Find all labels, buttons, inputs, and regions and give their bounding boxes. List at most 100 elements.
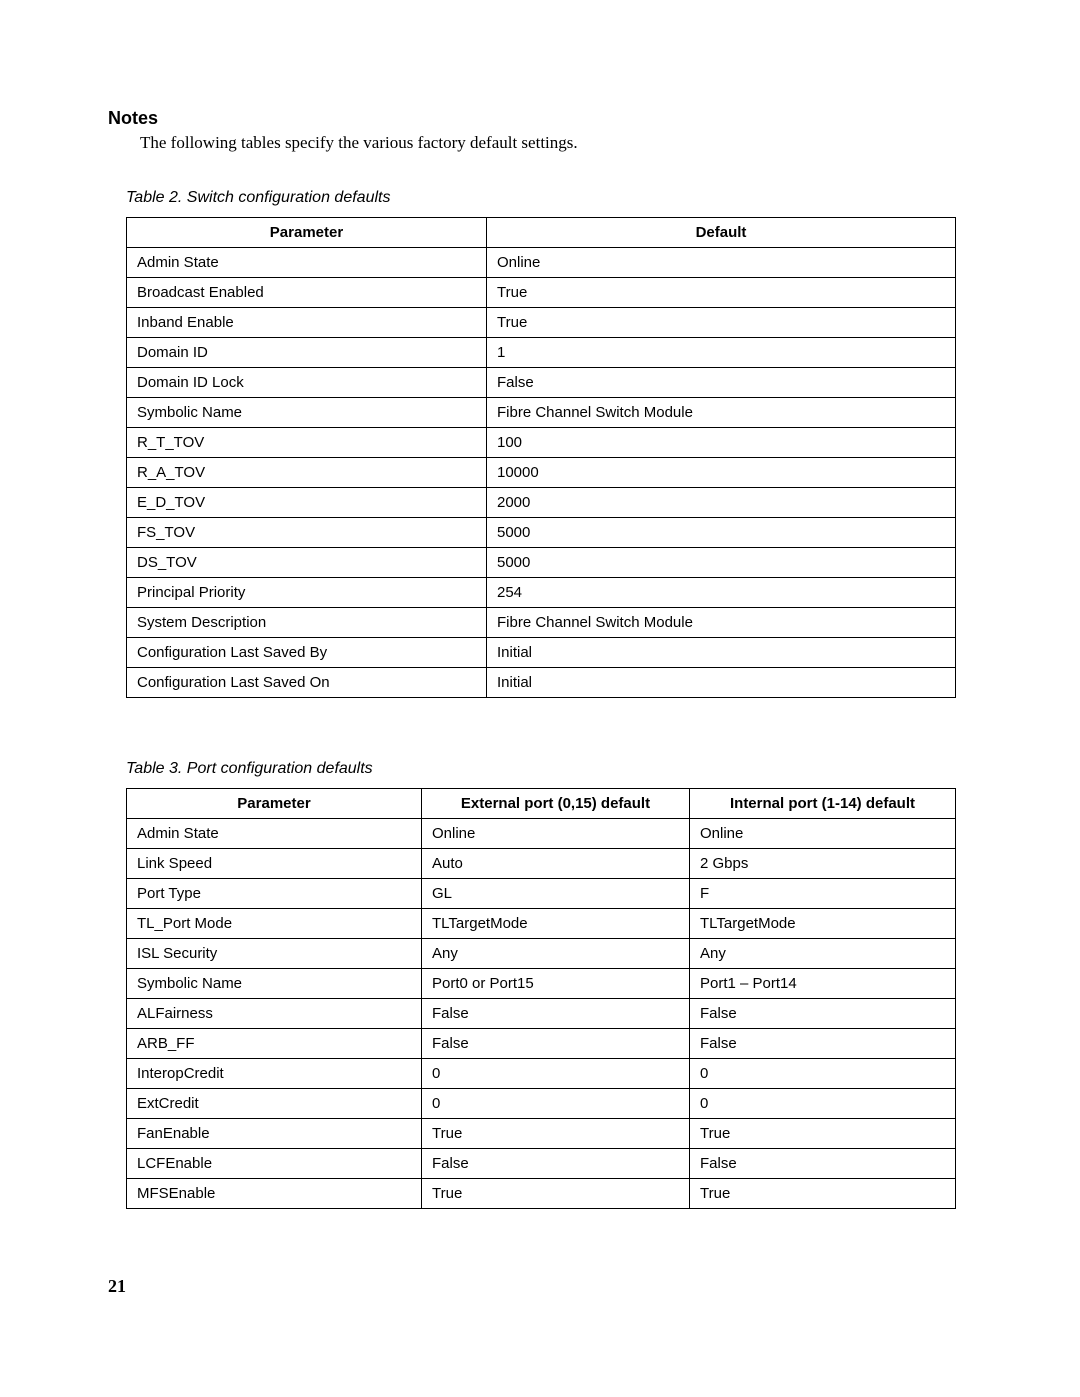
table-cell: 0 xyxy=(422,1089,690,1119)
table-cell: 5000 xyxy=(487,548,956,578)
table-cell: TLTargetMode xyxy=(422,909,690,939)
table-cell: True xyxy=(487,278,956,308)
table-cell: 2 Gbps xyxy=(690,849,956,879)
table-cell: 100 xyxy=(487,428,956,458)
table-cell: TLTargetMode xyxy=(690,909,956,939)
table-cell: ALFairness xyxy=(127,999,422,1029)
table-2: Parameter Default Admin StateOnlineBroad… xyxy=(126,217,956,698)
table-cell: MFSEnable xyxy=(127,1179,422,1209)
table-cell: 5000 xyxy=(487,518,956,548)
table-cell: 2000 xyxy=(487,488,956,518)
table-cell: Inband Enable xyxy=(127,308,487,338)
table-cell: Domain ID xyxy=(127,338,487,368)
table-cell: False xyxy=(690,1149,956,1179)
table-row: Admin StateOnlineOnline xyxy=(127,819,956,849)
table-cell: Port Type xyxy=(127,879,422,909)
table-cell: E_D_TOV xyxy=(127,488,487,518)
table-cell: Admin State xyxy=(127,819,422,849)
table-row: Admin StateOnline xyxy=(127,248,956,278)
table-cell: Initial xyxy=(487,668,956,698)
table-row: R_T_TOV100 xyxy=(127,428,956,458)
table-cell: 0 xyxy=(422,1059,690,1089)
table-header-row: Parameter External port (0,15) default I… xyxy=(127,789,956,819)
table-cell: False xyxy=(422,999,690,1029)
table-row: Broadcast EnabledTrue xyxy=(127,278,956,308)
table-row: FanEnableTrueTrue xyxy=(127,1119,956,1149)
table-cell: False xyxy=(422,1029,690,1059)
table-cell: ARB_FF xyxy=(127,1029,422,1059)
table-cell: Admin State xyxy=(127,248,487,278)
table-row: LCFEnableFalseFalse xyxy=(127,1149,956,1179)
table-header-cell: Parameter xyxy=(127,789,422,819)
table-row: Symbolic NamePort0 or Port15Port1 – Port… xyxy=(127,969,956,999)
table-row: ALFairnessFalseFalse xyxy=(127,999,956,1029)
table-cell: ISL Security xyxy=(127,939,422,969)
table-row: R_A_TOV10000 xyxy=(127,458,956,488)
table-cell: LCFEnable xyxy=(127,1149,422,1179)
table-row: Domain ID LockFalse xyxy=(127,368,956,398)
table-cell: Auto xyxy=(422,849,690,879)
table-header-cell: Parameter xyxy=(127,218,487,248)
table-header-row: Parameter Default xyxy=(127,218,956,248)
table-cell: Domain ID Lock xyxy=(127,368,487,398)
table-cell: Any xyxy=(422,939,690,969)
table-cell: False xyxy=(690,1029,956,1059)
table-2-body: Admin StateOnlineBroadcast EnabledTrueIn… xyxy=(127,248,956,698)
table-cell: Configuration Last Saved By xyxy=(127,638,487,668)
table-cell: Fibre Channel Switch Module xyxy=(487,398,956,428)
table-row: ISL SecurityAnyAny xyxy=(127,939,956,969)
table-cell: False xyxy=(487,368,956,398)
page: Notes The following tables specify the v… xyxy=(0,0,1080,1397)
table-row: Configuration Last Saved ByInitial xyxy=(127,638,956,668)
table-row: Port TypeGLF xyxy=(127,879,956,909)
table-cell: Online xyxy=(690,819,956,849)
table-row: Principal Priority254 xyxy=(127,578,956,608)
table-cell: Any xyxy=(690,939,956,969)
table-cell: Online xyxy=(487,248,956,278)
table-cell: True xyxy=(487,308,956,338)
table-2-caption: Table 2. Switch configuration defaults xyxy=(126,189,972,207)
table-header-cell: External port (0,15) default xyxy=(422,789,690,819)
table-row: FS_TOV5000 xyxy=(127,518,956,548)
table-3-body: Admin StateOnlineOnlineLink SpeedAuto2 G… xyxy=(127,819,956,1209)
table-cell: False xyxy=(690,999,956,1029)
table-cell: GL xyxy=(422,879,690,909)
table-cell: Initial xyxy=(487,638,956,668)
table-cell: Online xyxy=(422,819,690,849)
table-cell: 1 xyxy=(487,338,956,368)
table-cell: Broadcast Enabled xyxy=(127,278,487,308)
section-heading: Notes xyxy=(108,108,972,129)
table-cell: 10000 xyxy=(487,458,956,488)
table-row: MFSEnableTrueTrue xyxy=(127,1179,956,1209)
table-cell: R_T_TOV xyxy=(127,428,487,458)
table-row: ExtCredit00 xyxy=(127,1089,956,1119)
table-cell: DS_TOV xyxy=(127,548,487,578)
table-header-cell: Internal port (1-14) default xyxy=(690,789,956,819)
table-cell: True xyxy=(422,1119,690,1149)
table-cell: FS_TOV xyxy=(127,518,487,548)
table-row: E_D_TOV2000 xyxy=(127,488,956,518)
page-number: 21 xyxy=(108,1276,126,1297)
table-header-cell: Default xyxy=(487,218,956,248)
table-row: Inband EnableTrue xyxy=(127,308,956,338)
table-cell: System Description xyxy=(127,608,487,638)
table-row: ARB_FFFalseFalse xyxy=(127,1029,956,1059)
table-row: InteropCredit00 xyxy=(127,1059,956,1089)
table-cell: Fibre Channel Switch Module xyxy=(487,608,956,638)
table-row: Link SpeedAuto2 Gbps xyxy=(127,849,956,879)
table-cell: Symbolic Name xyxy=(127,969,422,999)
table-3-caption: Table 3. Port configuration defaults xyxy=(126,760,972,778)
table-row: Symbolic NameFibre Channel Switch Module xyxy=(127,398,956,428)
table-cell: InteropCredit xyxy=(127,1059,422,1089)
table-row: DS_TOV5000 xyxy=(127,548,956,578)
table-cell: Port1 – Port14 xyxy=(690,969,956,999)
table-cell: F xyxy=(690,879,956,909)
table-row: Domain ID1 xyxy=(127,338,956,368)
table-3: Parameter External port (0,15) default I… xyxy=(126,788,956,1209)
table-cell: True xyxy=(690,1119,956,1149)
table-cell: R_A_TOV xyxy=(127,458,487,488)
table-cell: 0 xyxy=(690,1059,956,1089)
table-cell: True xyxy=(422,1179,690,1209)
table-row: TL_Port ModeTLTargetModeTLTargetMode xyxy=(127,909,956,939)
table-cell: Configuration Last Saved On xyxy=(127,668,487,698)
